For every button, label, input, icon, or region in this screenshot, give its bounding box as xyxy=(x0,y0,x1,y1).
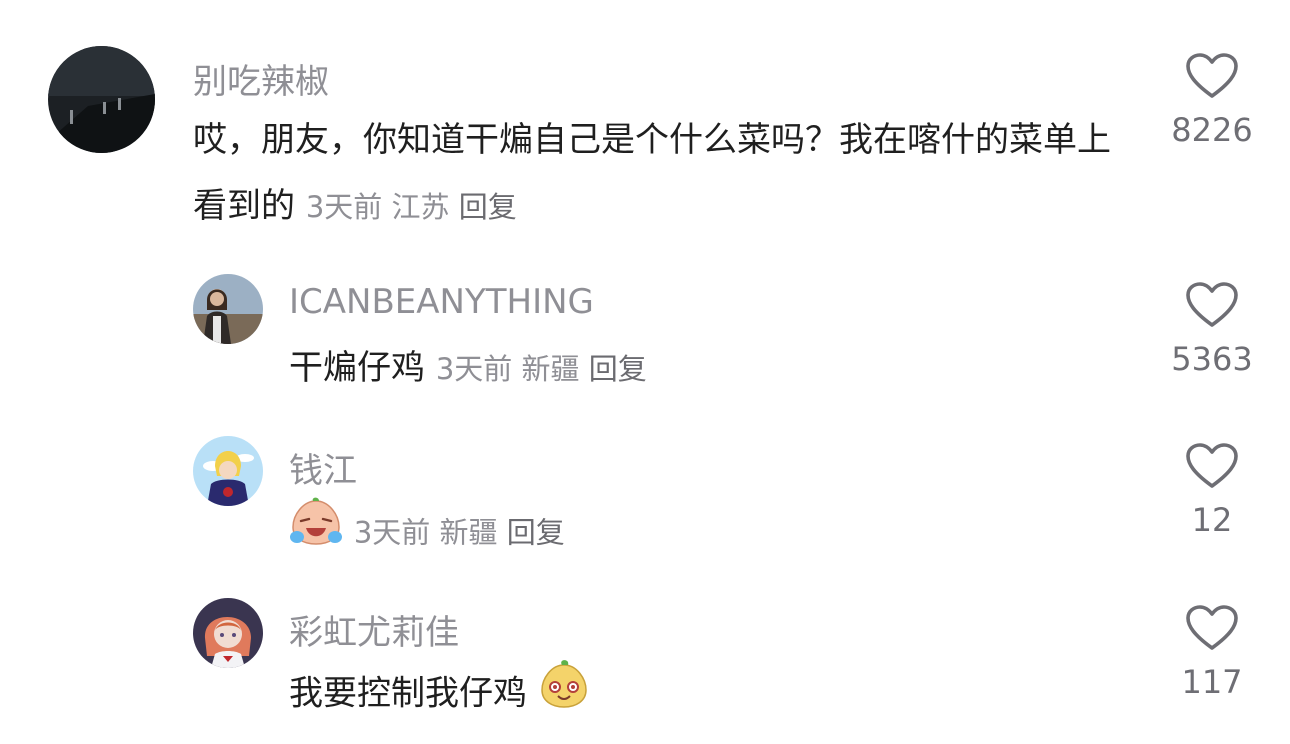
comment-meta: 3天前 新疆 回复 xyxy=(436,352,647,386)
comment-text: 干煸仔鸡 xyxy=(289,348,425,388)
avatar[interactable] xyxy=(193,274,263,344)
comment-meta: 3天前 江苏 回复 xyxy=(306,190,517,224)
like-button[interactable]: 117 xyxy=(1157,605,1267,701)
comment-text-block: 我要控制我仔鸡 xyxy=(289,659,1149,731)
comment-text: 我要控制我仔鸡 xyxy=(289,673,527,714)
avatar[interactable] xyxy=(193,436,263,506)
comment-meta: 3天前 新疆 回复 xyxy=(354,516,565,550)
dark-night-photo-avatar-icon xyxy=(48,46,155,153)
comment-time: 3天前 xyxy=(305,190,383,224)
like-button[interactable]: 12 xyxy=(1157,443,1267,539)
heart-icon xyxy=(1186,282,1238,327)
smug-face-emoji-icon xyxy=(538,659,590,731)
avatar[interactable] xyxy=(193,598,263,668)
comment-location: 新疆 xyxy=(439,515,498,550)
anime-girl-avatar-icon xyxy=(193,598,263,668)
like-count: 8226 xyxy=(1171,111,1253,149)
crying-laugh-emoji-icon xyxy=(289,497,343,569)
reply-button[interactable]: 回复 xyxy=(459,190,517,224)
username[interactable]: 彩虹尤莉佳 xyxy=(289,605,459,654)
like-count: 117 xyxy=(1181,663,1243,701)
comment-text-block: 干煸仔鸡 3天前 新疆 回复 xyxy=(289,335,1149,402)
heart-icon xyxy=(1186,605,1238,650)
heart-icon xyxy=(1186,443,1238,488)
like-count: 12 xyxy=(1191,501,1233,539)
like-count: 5363 xyxy=(1171,340,1253,378)
username[interactable]: 别吃辣椒 xyxy=(193,54,329,103)
username[interactable]: 钱江 xyxy=(289,443,357,492)
heart-icon xyxy=(1186,53,1238,98)
like-button[interactable]: 5363 xyxy=(1157,282,1267,378)
comment-location: 江苏 xyxy=(391,190,450,224)
anime-character-avatar-icon xyxy=(193,436,263,506)
reply-button[interactable]: 回复 xyxy=(507,516,565,550)
like-button[interactable]: 8226 xyxy=(1157,53,1267,149)
comment-text-block: 哎，朋友，你知道干煸自己是个什么菜吗？我在喀什的菜单上看到的 3天前 江苏 回复 xyxy=(193,107,1123,240)
woman-photo-avatar-icon xyxy=(193,274,263,344)
comment-time: 3天前 xyxy=(353,515,431,550)
avatar[interactable] xyxy=(48,46,155,153)
reply-button[interactable]: 回复 xyxy=(589,352,647,386)
comment-location: 新疆 xyxy=(521,352,580,386)
username[interactable]: ICANBEANYTHING xyxy=(289,282,594,322)
comment-text-block: 3天前 新疆 回复 xyxy=(289,497,1149,569)
comment-time: 3天前 xyxy=(435,352,513,386)
